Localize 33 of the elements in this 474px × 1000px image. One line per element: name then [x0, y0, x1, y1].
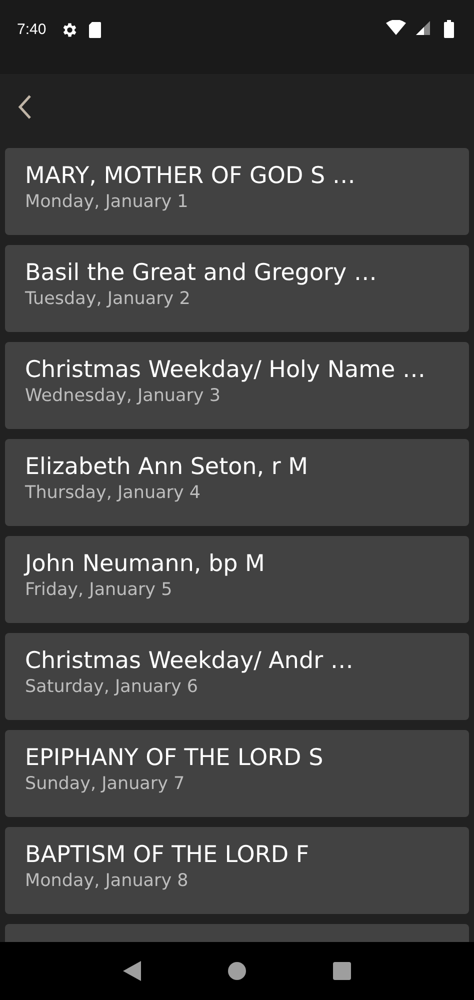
battery-icon	[444, 20, 454, 38]
feast-title: John Neumann, bp M	[25, 550, 266, 578]
feast-list-item[interactable]: Christmas Weekday/ Holy Name … Wednesday, January 3	[5, 342, 469, 429]
feast-list-item[interactable]: MARY, MOTHER OF GOD S … Monday, January 1	[5, 148, 469, 235]
feast-date: Saturday, January 6	[25, 676, 200, 698]
feast-title: Christmas Weekday/ Holy Name …	[25, 356, 427, 384]
feast-date: Thursday, January 4	[25, 482, 202, 504]
feast-date: Tuesday, January 2	[25, 288, 192, 310]
signal-icon	[416, 20, 430, 36]
feast-list-item[interactable]: EPIPHANY OF THE LORD S Sunday, January 7	[5, 730, 469, 817]
feast-list-item[interactable]: John Neumann, bp M Friday, January 5	[5, 536, 469, 623]
feast-title: Elizabeth Ann Seton, r M	[25, 453, 309, 481]
feast-date: Sunday, January 7	[25, 773, 186, 795]
wifi-icon	[386, 20, 406, 36]
feast-list-item[interactable]: BAPTISM OF THE LORD F Monday, January 8	[5, 827, 469, 914]
feast-title: Christmas Weekday/ Andr …	[25, 647, 354, 675]
back-nav-icon[interactable]	[123, 961, 142, 981]
feast-list-item[interactable]: Elizabeth Ann Seton, r M Thursday, January 4	[5, 439, 469, 526]
home-nav-icon[interactable]	[228, 962, 246, 980]
feast-title: Basil the Great and Gregory …	[25, 259, 378, 287]
feast-title: EPIPHANY OF THE LORD S	[25, 744, 324, 772]
feast-list-item[interactable]: Basil the Great and Gregory … Tuesday, January 2	[5, 245, 469, 332]
feast-date: Friday, January 5	[25, 579, 174, 601]
feast-title: BAPTISM OF THE LORD F	[25, 841, 310, 869]
recents-nav-icon[interactable]	[332, 962, 351, 980]
feast-date: Monday, January 1	[25, 191, 190, 213]
chevron-left-icon[interactable]	[18, 94, 32, 120]
feast-list-item[interactable]: Christmas Weekday/ Andr … Saturday, January 6	[5, 633, 469, 720]
feast-date: Monday, January 8	[25, 870, 190, 892]
feast-date: Wednesday, January 3	[25, 385, 222, 407]
status-time: 7:40	[17, 20, 46, 40]
feast-title: MARY, MOTHER OF GOD S …	[25, 162, 356, 190]
sd-card-icon	[88, 21, 102, 39]
